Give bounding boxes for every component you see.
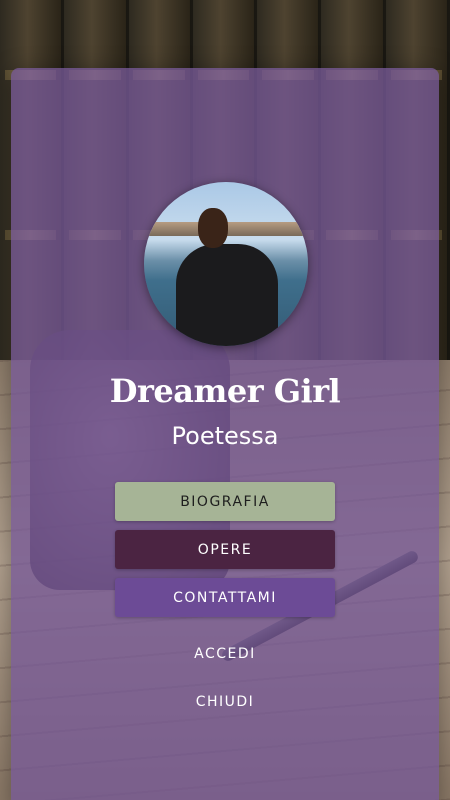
contattami-button[interactable]: CONTATTAMI [115, 578, 335, 617]
chiudi-link[interactable]: CHIUDI [115, 694, 335, 710]
accedi-link[interactable]: ACCEDI [115, 646, 335, 662]
opere-button[interactable]: OPERE [115, 530, 335, 569]
profile-name: Dreamer Girl [109, 372, 341, 410]
biografia-button[interactable]: BIOGRAFIA [115, 482, 335, 521]
avatar [144, 182, 308, 346]
profile-role: Poetessa [171, 422, 279, 450]
